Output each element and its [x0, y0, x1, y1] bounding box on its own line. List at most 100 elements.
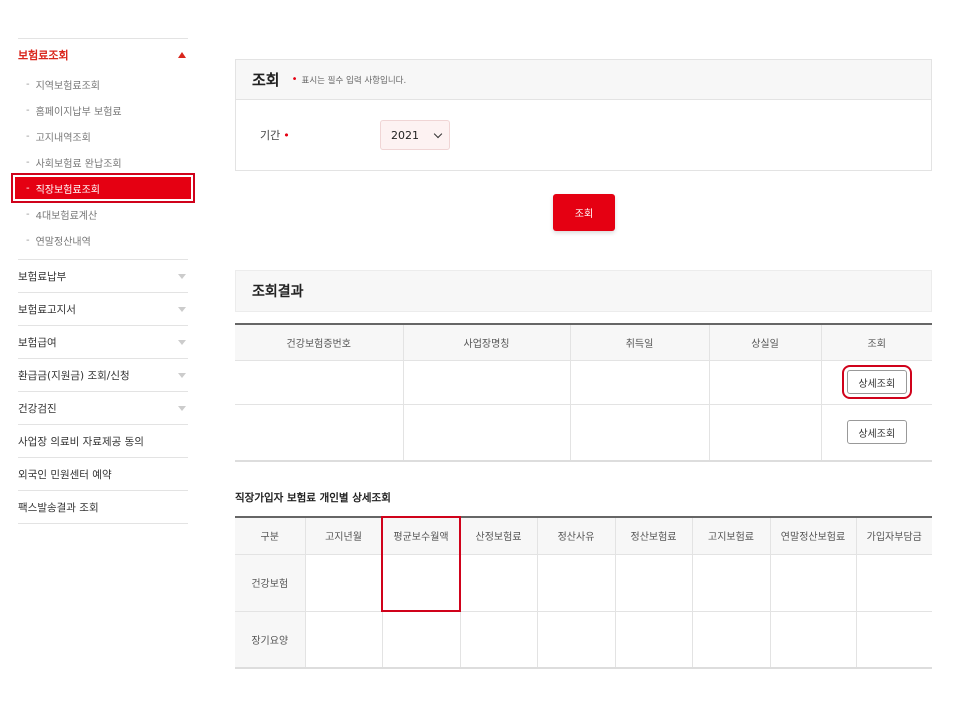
year-select[interactable]: 2021: [380, 120, 450, 150]
sidebar-item-label: 환급금(지원금) 조회/신청: [18, 369, 130, 382]
detail-query-button[interactable]: 상세조회: [841, 365, 912, 399]
caret-down-icon: [178, 273, 186, 279]
sidebar-item-benefits[interactable]: 보험급여: [18, 326, 188, 359]
sidebar-item-label: 팩스발송결과 조회: [18, 501, 99, 514]
sidebar-subitem-regional-insurance[interactable]: - 지역보험료조회: [18, 71, 188, 97]
period-label-text: 기간: [260, 129, 281, 142]
sidebar-subitem-label: 연말정산내역: [35, 236, 91, 248]
sidebar-subitem-notice-history[interactable]: - 고지내역조회: [18, 123, 188, 149]
dash-icon: -: [26, 182, 30, 194]
table-cell: [769, 554, 856, 612]
column-header: 건강보험증번호: [235, 323, 403, 361]
table-cell: [536, 611, 615, 669]
table-row: 상세조회: [235, 404, 932, 462]
dash-icon: -: [26, 130, 30, 142]
column-header: 산정보험료: [459, 516, 537, 555]
results-header-row: 건강보험증번호 사업장명칭 취득일 상실일 조회: [235, 323, 932, 361]
required-dot-icon: •: [291, 74, 298, 85]
table-cell: [536, 554, 615, 612]
table-cell: [691, 611, 770, 669]
dash-icon: -: [26, 234, 30, 246]
column-header: 가입자부담금: [855, 516, 932, 555]
sidebar: 보험료조회 - 지역보험료조회 - 홈페이지납부 보험료 - 고지내역조회 - 사회보험…: [11, 38, 195, 524]
detail-header-row: 구분 고지년월 평균보수월액 산정보험료 정산사유 정산보험료 고지보험료 연말…: [235, 516, 932, 555]
sidebar-item-payment[interactable]: 보험료납부: [18, 260, 188, 293]
dash-icon: -: [26, 78, 30, 90]
query-button[interactable]: 조회: [553, 194, 615, 231]
sidebar-item-label: 보험료납부: [18, 270, 67, 283]
table-cell: [402, 360, 570, 405]
table-cell: [459, 554, 537, 612]
caret-down-icon: [178, 306, 186, 312]
table-cell: 상세조회: [820, 360, 932, 405]
sidebar-item-label: 사업장 의료비 자료제공 동의: [18, 435, 144, 448]
query-title: 조회: [252, 71, 280, 89]
period-label: 기간 •: [260, 127, 380, 143]
table-cell: [381, 611, 460, 669]
sidebar-item-insurance-query[interactable]: 보험료조회: [18, 38, 188, 71]
sidebar-item-checkup[interactable]: 건강검진: [18, 392, 188, 425]
table-cell: [691, 554, 770, 612]
sidebar-item-fax-result[interactable]: 팩스발송결과 조회: [18, 491, 188, 524]
table-cell: [459, 611, 537, 669]
table-cell: [402, 404, 570, 462]
column-header: 고지년월: [304, 516, 382, 555]
sidebar-subitem-label: 사회보험료 완납조회: [35, 158, 122, 170]
sidebar-subitem-calculator[interactable]: -4대보험료계산: [18, 201, 188, 227]
sidebar-subitem-label: 4대보험료계산: [35, 210, 98, 222]
table-cell: [381, 554, 460, 612]
sidebar-subitem-homepage-payment[interactable]: - 홈페이지납부 보험료: [18, 97, 188, 123]
sidebar-subitem-year-end[interactable]: - 연말정산내역: [18, 227, 188, 253]
sidebar-item-foreigner-reservation[interactable]: 외국인 민원센터 예약: [18, 458, 188, 491]
table-row: 장기요양: [235, 611, 932, 669]
required-dot-icon: •: [283, 129, 290, 142]
sidebar-subitem-full-payment[interactable]: - 사회보험료 완납조회: [18, 149, 188, 175]
dash-icon: -: [26, 208, 30, 220]
detail-query-button[interactable]: 상세조회: [846, 420, 907, 445]
column-header: 고지보험료: [691, 516, 770, 555]
table-cell: [708, 360, 821, 405]
query-body: 기간 • 2021: [236, 100, 931, 170]
sidebar-subitem-label: 지역보험료조회: [35, 80, 101, 92]
table-cell: [304, 554, 382, 612]
sidebar-item-label: 보험료고지서: [18, 303, 76, 316]
table-cell: [614, 554, 692, 612]
sidebar-item-label: 보험료조회: [18, 49, 69, 62]
detail-table: 구분 고지년월 평균보수월액 산정보험료 정산사유 정산보험료 고지보험료 연말…: [235, 516, 932, 669]
results-table: 건강보험증번호 사업장명칭 취득일 상실일 조회 상세조회 상세조회: [235, 323, 932, 462]
row-header: 건강보험: [235, 554, 305, 612]
table-cell: [614, 611, 692, 669]
sidebar-item-label: 외국인 민원센터 예약: [18, 468, 112, 481]
column-header: 정산보험료: [614, 516, 692, 555]
query-panel: 조회 • 표시는 필수 입력 사항입니다. 기간 • 2021: [235, 59, 932, 171]
column-header: 구분: [235, 516, 305, 555]
caret-down-icon: [178, 339, 186, 345]
sidebar-item-refund[interactable]: 환급금(지원금) 조회/신청: [18, 359, 188, 392]
table-row: 건강보험: [235, 554, 932, 612]
sidebar-subitem-workplace-insurance[interactable]: - 직장보험료조회: [11, 173, 195, 203]
detail-title: 직장가입자 보험료 개인별 상세조회: [235, 492, 391, 504]
table-cell: [569, 404, 709, 462]
sidebar-subitem-label: 홈페이지납부 보험료: [35, 106, 122, 118]
query-header: 조회 • 표시는 필수 입력 사항입니다.: [236, 60, 931, 100]
column-header: 정산사유: [536, 516, 615, 555]
dash-icon: -: [26, 156, 30, 168]
year-select-value: 2021: [391, 128, 419, 142]
table-cell: [304, 611, 382, 669]
sidebar-item-label: 건강검진: [18, 402, 57, 415]
column-header: 연말정산보험료: [769, 516, 856, 555]
sidebar-subitem-label: 직장보험료조회: [35, 184, 101, 196]
sidebar-item-notice[interactable]: 보험료고지서: [18, 293, 188, 326]
required-note: 표시는 필수 입력 사항입니다.: [301, 75, 407, 86]
caret-up-icon: [178, 52, 186, 58]
table-cell: [855, 554, 932, 612]
row-header: 장기요양: [235, 611, 305, 669]
column-header: 취득일: [569, 323, 709, 361]
chevron-down-icon: [433, 129, 443, 138]
table-cell: [569, 360, 709, 405]
table-cell: [708, 404, 821, 462]
dash-icon: -: [26, 104, 30, 116]
sidebar-item-medical-consent[interactable]: 사업장 의료비 자료제공 동의: [18, 425, 188, 458]
table-cell: [235, 360, 403, 405]
table-cell: [769, 611, 856, 669]
